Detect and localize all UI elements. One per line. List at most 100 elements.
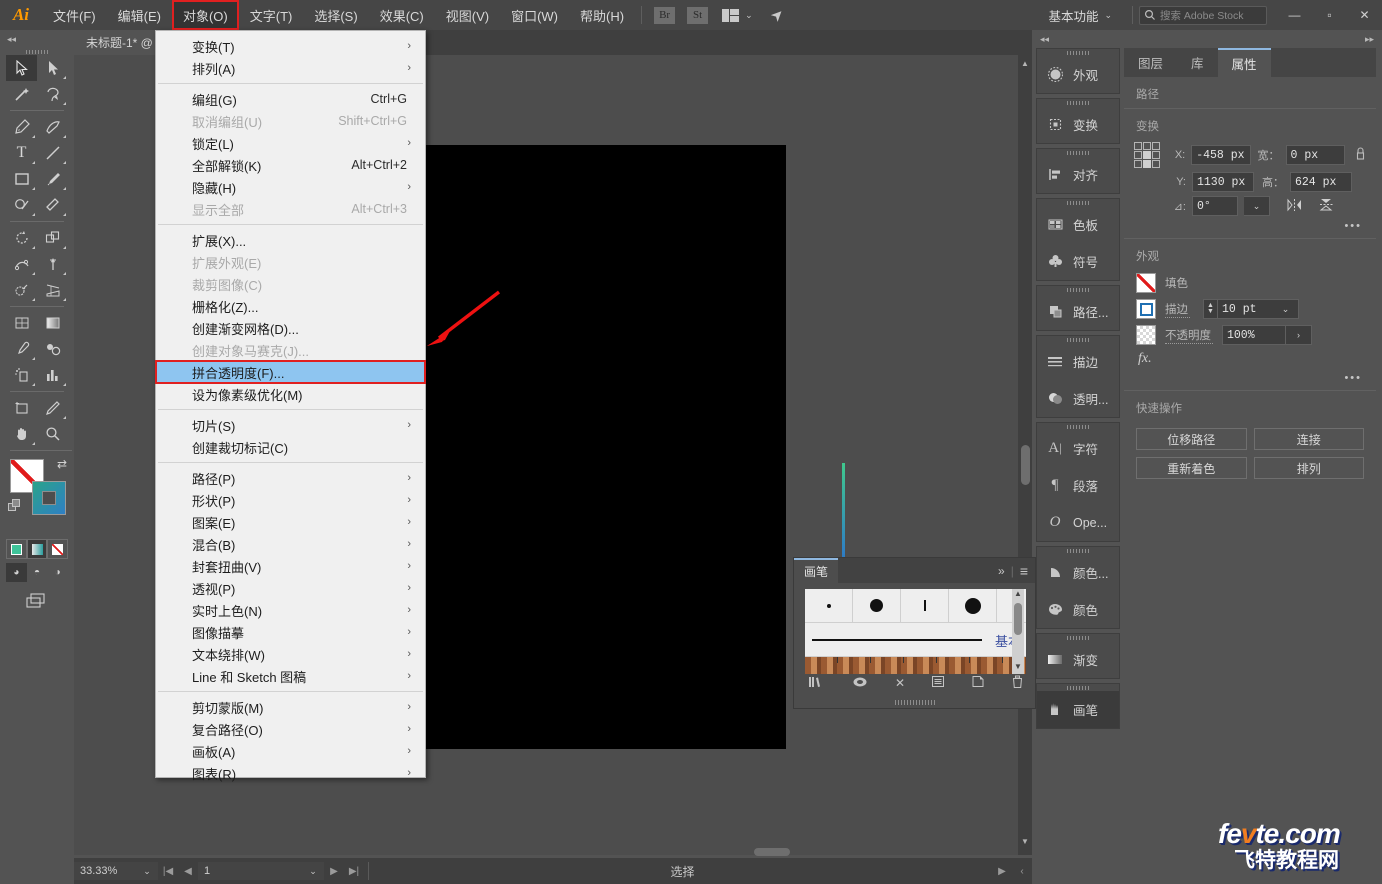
menu-option-unlock-all[interactable]: 全部解锁(K) Alt+Ctrl+2 [156, 154, 425, 176]
x-input[interactable]: -458 px [1191, 145, 1251, 165]
menu-edit[interactable]: 编辑(E) [107, 0, 172, 30]
rail-drag-handle[interactable] [1037, 684, 1119, 691]
flip-vertical-icon[interactable] [1319, 197, 1334, 215]
menu-type[interactable]: 文字(T) [239, 0, 304, 30]
menu-help[interactable]: 帮助(H) [569, 0, 635, 30]
scale-tool[interactable] [37, 225, 68, 251]
status-resize-icon[interactable]: ‹ [1012, 866, 1032, 877]
collapse-panel-icon[interactable]: » [998, 564, 1005, 578]
menu-select[interactable]: 选择(S) [303, 0, 368, 30]
height-input[interactable]: 624 px [1290, 172, 1352, 192]
dock-collapse-left-icon[interactable]: ◂◂ [1040, 34, 1049, 45]
canvas-vertical-scrollbar[interactable]: ▲ ▼ [1018, 55, 1032, 855]
arrange-button[interactable]: 排列 [1253, 457, 1364, 479]
join-button[interactable]: 连接 [1253, 428, 1364, 450]
scrollbar-thumb[interactable] [1014, 603, 1022, 635]
brush-item[interactable] [805, 589, 853, 622]
tab-brushes[interactable]: 画笔 [794, 558, 839, 583]
symbol-sprayer-tool[interactable] [6, 362, 37, 388]
rail-drag-handle[interactable] [1037, 286, 1119, 293]
menu-option-artboards[interactable]: 画板(A) › [156, 740, 425, 762]
blend-tool[interactable] [37, 336, 68, 362]
panel-button-appearance[interactable]: 外观 [1037, 56, 1119, 93]
panel-button-gradient[interactable]: 渐变 [1037, 641, 1119, 678]
pen-tool[interactable] [6, 114, 37, 140]
y-input[interactable]: 1130 px [1192, 172, 1254, 192]
type-tool[interactable]: T [6, 140, 37, 166]
dock-collapse-right-icon[interactable]: ▸▸ [1365, 34, 1374, 45]
screen-mode-button[interactable] [6, 588, 68, 614]
rotate-tool[interactable] [6, 225, 37, 251]
menu-option-blend[interactable]: 混合(B) › [156, 533, 425, 555]
panel-button-transform[interactable]: 变换 [1037, 106, 1119, 143]
minimize-button[interactable]: — [1277, 0, 1312, 30]
menu-option-line-and-sketch-art[interactable]: Line 和 Sketch 图稿 › [156, 665, 425, 687]
scroll-up-icon[interactable]: ▲ [1012, 589, 1024, 601]
artboard-dropdown-icon[interactable]: ⌄ [302, 862, 324, 880]
artboard-number-field[interactable]: 1 [198, 862, 302, 880]
brushes-resize-handle[interactable] [794, 696, 1037, 708]
opacity-input[interactable]: 100% [1222, 325, 1286, 345]
opacity-label[interactable]: 不透明度 [1165, 327, 1213, 344]
stroke-color-swatch[interactable] [1136, 299, 1156, 319]
hand-tool[interactable] [6, 421, 37, 447]
canvas-horizontal-scrollbar[interactable] [74, 846, 1032, 858]
brush-libraries-icon[interactable] [807, 675, 825, 692]
color-button[interactable] [6, 539, 27, 559]
stroke-weight-stepper[interactable]: ▲ ▼ [1203, 299, 1217, 319]
flip-horizontal-icon[interactable] [1286, 198, 1303, 215]
menu-option-slice[interactable]: 切片(S) › [156, 414, 425, 436]
menu-option-create-trim-marks[interactable]: 创建裁切标记(C) [156, 436, 425, 458]
width-tool[interactable] [6, 251, 37, 277]
column-graph-tool[interactable] [37, 362, 68, 388]
panel-button-color-guide[interactable]: 颜色... [1037, 554, 1119, 591]
scrollbar-thumb[interactable] [754, 848, 790, 856]
menu-option-hide[interactable]: 隐藏(H) › [156, 176, 425, 198]
menu-option-live-paint[interactable]: 实时上色(N) › [156, 599, 425, 621]
width-input[interactable]: 0 px [1285, 145, 1345, 165]
menu-option-expand[interactable]: 扩展(X)... [156, 229, 425, 251]
object-menu-dropdown[interactable]: 变换(T) › 排列(A) › 编组(G) Ctrl+G 取消编组(U) Shi… [155, 30, 426, 782]
toolbar-collapse-button[interactable]: ◂◂ [0, 30, 74, 48]
menu-view[interactable]: 视图(V) [435, 0, 500, 30]
scrollbar-thumb[interactable] [1021, 445, 1030, 485]
stroke-label[interactable]: 描边 [1165, 301, 1190, 318]
swap-fill-stroke-icon[interactable]: ⇄ [57, 457, 67, 471]
next-artboard-button[interactable]: ▶ [324, 866, 344, 877]
menu-effect[interactable]: 效果(C) [369, 0, 435, 30]
stroke-weight-input[interactable]: 10 pt [1217, 299, 1273, 319]
shaper-tool[interactable] [6, 192, 37, 218]
brush-item[interactable] [901, 589, 949, 622]
close-button[interactable]: ✕ [1347, 0, 1382, 30]
recolor-button[interactable]: 重新着色 [1136, 457, 1247, 479]
tab-layers[interactable]: 图层 [1124, 48, 1177, 77]
rail-drag-handle[interactable] [1037, 547, 1119, 554]
lock-proportions-icon[interactable] [1355, 146, 1366, 165]
rail-drag-handle[interactable] [1037, 49, 1119, 56]
last-artboard-button[interactable]: ▶| [344, 866, 364, 877]
artboard-tool[interactable] [6, 395, 37, 421]
new-brush-icon[interactable] [971, 675, 985, 691]
toolbar-drag-handle[interactable] [6, 48, 68, 55]
menu-option-arrange[interactable]: 排列(A) › [156, 57, 425, 79]
remove-brush-stroke-icon[interactable]: ✕ [895, 676, 905, 690]
default-fill-stroke-icon[interactable] [8, 499, 21, 512]
menu-option-create-gradient-mesh[interactable]: 创建渐变网格(D)... [156, 317, 425, 339]
chevron-down-icon[interactable]: ⌄ [745, 10, 753, 21]
brush-options-icon[interactable] [931, 675, 945, 691]
opacity-options-icon[interactable]: › [1286, 325, 1312, 345]
menu-option-compound-path[interactable]: 复合路径(O) › [156, 718, 425, 740]
menu-window[interactable]: 窗口(W) [500, 0, 569, 30]
menu-option-flatten-transparency[interactable]: 拼合透明度(F)... [155, 360, 426, 384]
stroke-swatch[interactable] [32, 481, 66, 515]
panel-button-pathfinder[interactable]: 路径... [1037, 293, 1119, 330]
magic-wand-tool[interactable] [6, 81, 37, 107]
fill-color-swatch[interactable] [1136, 273, 1156, 293]
menu-option-make-pixel-perfect[interactable]: 设为像素级优化(M) [156, 383, 425, 405]
zoom-level-field[interactable]: 33.33% [74, 862, 136, 880]
selection-tool[interactable] [6, 55, 37, 81]
artboard[interactable] [426, 145, 845, 749]
rectangle-tool[interactable] [6, 166, 37, 192]
gradient-button[interactable] [26, 539, 48, 559]
document-tab[interactable]: 未标题-1* @ [74, 30, 165, 55]
